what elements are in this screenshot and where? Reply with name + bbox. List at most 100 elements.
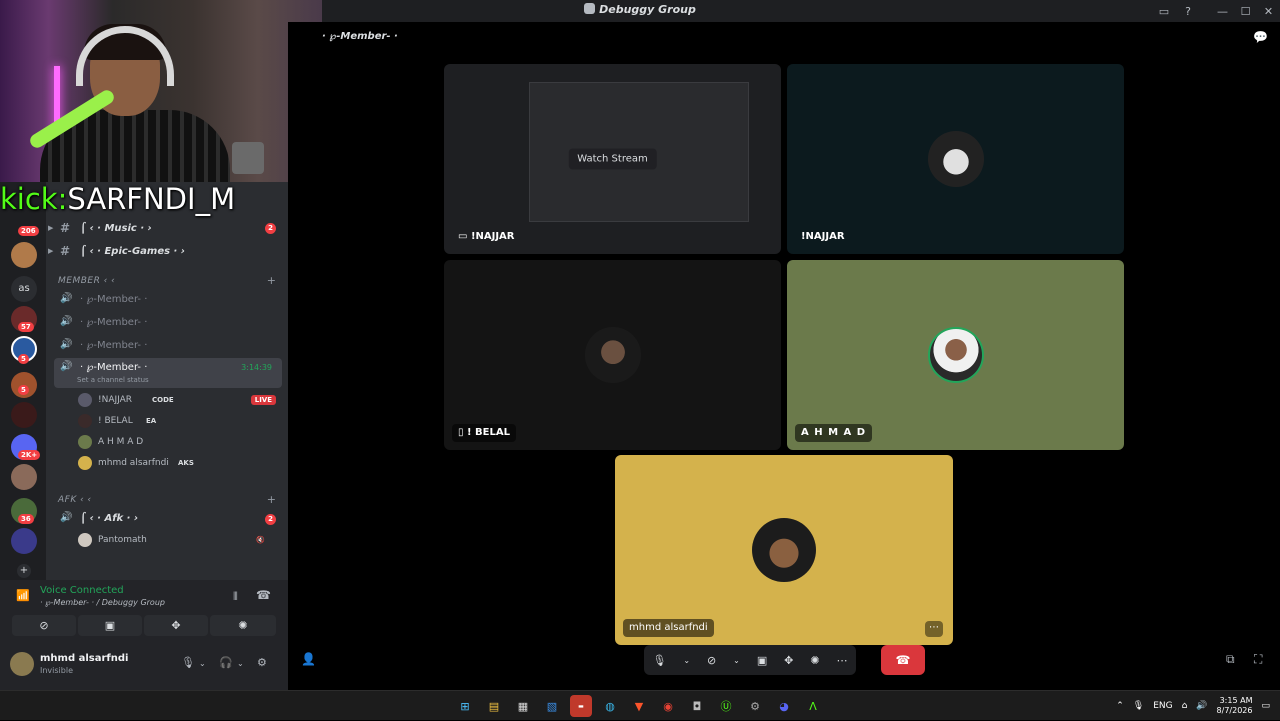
microphone-icon[interactable]: 🎙 [181,656,195,669]
edge-icon[interactable]: ◍ [599,695,621,717]
participant-tile[interactable]: ▯ ! BELAL [444,260,781,450]
voice-channel-afk[interactable]: 🔊 ⌠ ‹ · Afk · › 2 [46,509,288,529]
voicemod-icon[interactable]: ▬ [570,695,592,717]
member-tag: AKS [178,459,194,467]
chevron-down-icon[interactable]: ⌄ [237,659,244,668]
screen-icon: ▭ [458,231,471,242]
disconnect-icon[interactable]: ☎ [256,588,271,602]
soundboard-icon[interactable]: ✺ [810,654,819,667]
channel-epic-games[interactable]: ▶ # ⌠ ‹ · Epic-Games · › [46,241,288,261]
help-icon[interactable]: ? [1180,0,1196,22]
add-channel-icon[interactable]: + [267,274,276,287]
clock[interactable]: 3:15 AM 8/7/2026 [1217,696,1253,716]
settings-icon[interactable]: ⚙ [744,695,766,717]
category-afk[interactable]: AFK ‹ ‹ + [46,491,288,511]
minimize-button[interactable]: — [1211,0,1234,22]
maximize-button[interactable]: ☐ [1234,0,1257,22]
voice-member[interactable]: Pantomath 🔇 [78,531,282,549]
camera-app-icon[interactable]: ◘ [686,695,708,717]
avatar [584,327,641,383]
discord-icon[interactable]: ◕ [773,695,795,717]
channel-music[interactable]: ▶ # ⌠ ‹ · Music · › 2 [46,218,288,238]
camera-off-icon[interactable]: ⊘ [707,654,716,667]
server-icon[interactable] [11,242,37,268]
fullscreen-icon[interactable]: ⛶ [1254,652,1262,667]
voice-channel[interactable]: 🔊 · ℘-Member- · [46,290,288,310]
start-icon[interactable]: ⊞ [454,695,476,717]
discord-window: Debuggy Group ▭ ? — ☐ ✕ 206 as 57 5 5 2K… [0,0,1280,690]
clock-date: 8/7/2026 [1216,706,1253,715]
kick-app-icon[interactable]: Λ [802,695,824,717]
voice-channel-path[interactable]: · ℘-Member- · / Debuggy Group [40,598,165,607]
disconnect-button[interactable]: ☎ [881,645,925,675]
screen-share-button[interactable]: ▣ [78,615,142,636]
activity-button[interactable]: ✥ [144,615,208,636]
more-options-button[interactable]: ⋯ [925,621,943,637]
more-icon[interactable]: ⋯ [836,654,847,667]
chevron-down-icon[interactable]: ⌄ [199,659,206,668]
user-status: Invisible [40,666,73,675]
unread-badge: 5 [18,354,29,364]
store-icon[interactable]: ▦ [512,695,534,717]
camera-off-button[interactable]: ⊘ [12,615,76,636]
voice-member[interactable]: mhmd alsarfndi AKS [78,454,282,472]
chrome-icon[interactable]: ◉ [657,695,679,717]
close-button[interactable]: ✕ [1257,0,1280,22]
screen-share-icon[interactable]: ▣ [757,654,767,667]
chevron-down-icon[interactable]: ⌄ [733,656,740,665]
chevron-down-icon[interactable]: ⌄ [683,656,690,665]
participant-tile[interactable]: mhmd alsarfndi ⋯ [615,455,953,645]
activity-icon[interactable]: ✥ [784,654,793,667]
participant-tile[interactable]: !NAJJAR [787,64,1124,254]
server-icon[interactable] [11,402,37,428]
microphone-tray-icon[interactable]: 🎙 [1133,701,1144,711]
notifications-icon[interactable]: ▭ [1261,701,1270,711]
headphones-icon[interactable]: 🎧 [219,656,233,669]
watch-stream-button[interactable]: Watch Stream [568,148,657,170]
gear-icon[interactable]: ⚙ [257,656,267,669]
add-server-icon[interactable]: + [17,564,31,578]
server-icon[interactable]: as [11,276,37,302]
brave-icon[interactable]: ▼ [628,695,650,717]
microphone-icon[interactable]: 🎙 [652,654,666,667]
inbox-icon[interactable]: ▭ [1156,0,1172,22]
category-member[interactable]: MEMBER ‹ ‹ + [46,272,288,292]
popout-icon[interactable]: ⧉ [1226,652,1235,667]
invite-icon[interactable]: 👤 [301,652,316,666]
upwork-icon[interactable]: Ⓤ [715,695,737,717]
voice-member[interactable]: ! BELAL EA [78,412,282,430]
activity-icon: ✥ [171,619,181,632]
language-indicator[interactable]: ENG [1153,701,1172,711]
add-channel-icon[interactable]: + [267,493,276,506]
app-icon[interactable]: ▧ [541,695,563,717]
participant-name: A H M A D [795,424,873,442]
avatar[interactable] [10,652,34,676]
stream-tile[interactable]: Watch Stream ▭ !NAJJAR [444,64,781,254]
voice-channel[interactable]: 🔊 · ℘-Member- · [46,336,288,356]
chat-icon[interactable]: 💬 [1253,30,1268,44]
unread-badge: 57 [18,322,34,332]
volume-icon[interactable]: 🔊 [1196,701,1207,711]
soundboard-button[interactable]: ✺ [210,615,276,636]
channel-sidebar: ▶ # ⌠ ‹ · Music · › 2 ▶ # ⌠ ‹ · Epic-Gam… [46,180,288,580]
server-icon[interactable] [11,464,37,490]
channel-status[interactable]: Set a channel status [77,376,149,384]
kick-separator: : [57,182,68,216]
participant-tile[interactable]: A H M A D [787,260,1124,450]
member-name: mhmd alsarfndi [98,458,169,468]
speaker-icon: 🔊 [60,316,73,327]
voice-member[interactable]: A H M A D [78,433,282,451]
server-icon[interactable] [11,528,37,554]
chevron-up-icon[interactable]: ⌃ [1116,701,1124,711]
voice-channel-active[interactable]: 🔊 · ℘-Member- · 3:14:39 Set a channel st… [54,358,282,388]
avatar [927,327,984,383]
unread-count: 2 [265,223,276,234]
network-icon[interactable]: ⌂ [1182,701,1188,711]
server-icon [584,3,596,14]
signal-icon[interactable]: 📶 [16,589,30,602]
voice-member[interactable]: !NAJJAR CODE LIVE [78,391,282,409]
screen-share-icon: ▣ [104,619,116,632]
noise-suppression-icon[interactable]: ⦀ [233,590,238,604]
file-explorer-icon[interactable]: ▤ [483,695,505,717]
voice-channel[interactable]: 🔊 · ℘-Member- · [46,313,288,333]
